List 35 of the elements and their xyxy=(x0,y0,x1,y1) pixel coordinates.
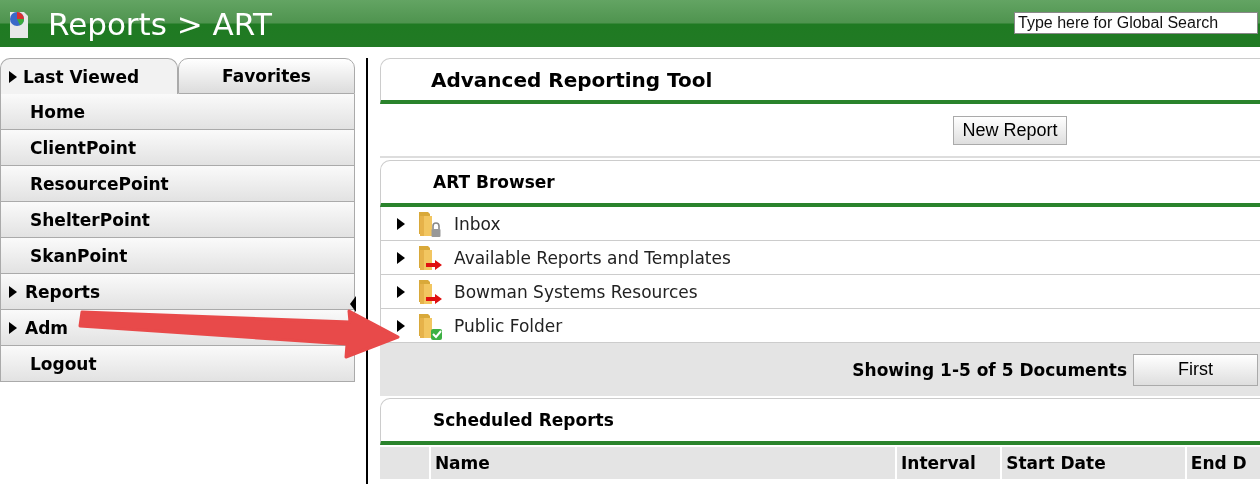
sidebar-item[interactable]: ShelterPoint xyxy=(0,202,355,238)
column-header[interactable]: End D xyxy=(1184,447,1260,479)
expand-icon xyxy=(397,285,405,298)
folder-row[interactable]: Bowman Systems Resources xyxy=(380,275,1260,309)
sidebar-tab[interactable]: Favorites xyxy=(178,58,355,94)
column-header[interactable]: Interval xyxy=(895,447,1001,479)
expand-icon xyxy=(9,285,17,298)
shortcut-folder-icon xyxy=(416,243,443,272)
section-header: ART Browser xyxy=(380,160,1260,207)
shortcut-folder-icon xyxy=(416,277,443,306)
expand-icon xyxy=(397,319,405,332)
expand-icon xyxy=(9,321,17,334)
sidebar-item[interactable]: Reports xyxy=(0,274,355,310)
expand-icon xyxy=(397,251,405,264)
first-page-button[interactable]: First xyxy=(1133,353,1258,386)
expand-icon xyxy=(397,217,405,230)
collapse-icon[interactable] xyxy=(350,296,356,312)
expand-icon xyxy=(9,70,17,83)
page-title: Reports > ART xyxy=(48,5,274,42)
sidebar-item[interactable]: ClientPoint xyxy=(0,130,355,166)
column-header[interactable]: Start Date xyxy=(1000,447,1185,479)
sidebar-item[interactable]: Home xyxy=(0,94,355,130)
section-header: Advanced Reporting Tool xyxy=(380,58,1260,104)
folder-row[interactable]: Inbox xyxy=(380,207,1260,241)
pager-summary: Showing 1-5 of 5 Documents xyxy=(852,359,1127,380)
new-report-button[interactable]: New Report xyxy=(953,115,1067,145)
folder-row[interactable]: Available Reports and Templates xyxy=(380,241,1260,275)
sidebar-item[interactable]: SkanPoint xyxy=(0,238,355,274)
sidebar-tab[interactable]: Last Viewed xyxy=(0,58,178,94)
sidebar-item[interactable]: ResourcePoint xyxy=(0,166,355,202)
global-search-field[interactable]: Type here for Global Search xyxy=(1014,12,1258,34)
locked-folder-icon xyxy=(416,209,443,238)
column-header[interactable]: Name xyxy=(428,447,896,479)
sidebar-item[interactable]: Logout xyxy=(0,346,355,382)
shared-folder-icon xyxy=(416,311,443,340)
